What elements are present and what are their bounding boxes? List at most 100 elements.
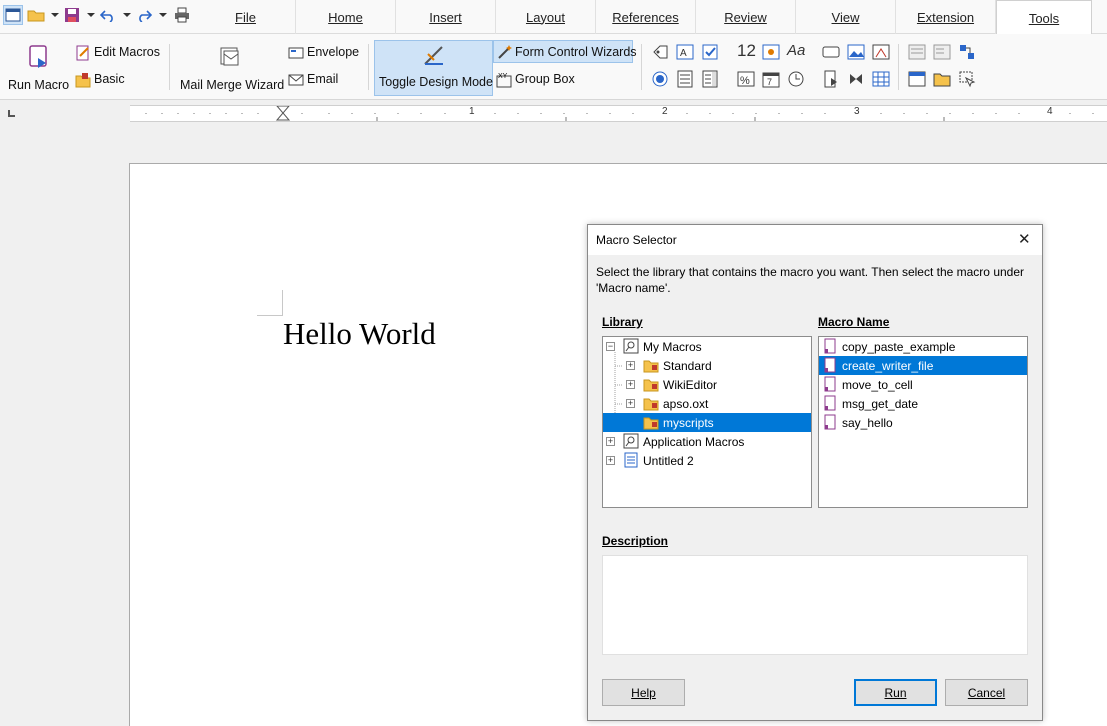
help-button[interactable]: Help [602, 679, 685, 706]
toggle-design-mode-button[interactable]: Toggle Design Mode [374, 40, 493, 96]
list-item[interactable]: copy_paste_example [819, 337, 1027, 356]
control-properties-icon[interactable] [908, 43, 926, 61]
tab-tools[interactable]: Tools [996, 0, 1092, 35]
navigation-bar-icon[interactable] [822, 70, 840, 88]
print-icon[interactable] [172, 5, 192, 25]
horizontal-ruler[interactable]: 1 2 3 4 [130, 105, 1107, 122]
text-box-icon[interactable]: A [676, 43, 694, 61]
mail-merge-label: Mail Merge Wizard [180, 78, 285, 92]
list-item[interactable]: move_to_cell [819, 375, 1027, 394]
date-field-icon[interactable]: 7 [762, 70, 780, 88]
push-button-icon[interactable] [822, 43, 840, 61]
macro-name: create_writer_file [842, 358, 934, 373]
tab-home[interactable]: Home [296, 0, 396, 34]
tree-item-myscripts[interactable]: myscripts [603, 413, 811, 432]
tab-stop-selector[interactable] [8, 110, 15, 117]
tab-file[interactable]: File [196, 0, 296, 34]
save-icon[interactable] [62, 5, 82, 25]
open-folder-icon[interactable] [26, 5, 46, 25]
tree-item-label: Standard [663, 358, 712, 373]
document-icon [624, 452, 638, 468]
form-wizards-label: Form Control Wizards [515, 45, 637, 59]
expand-icon[interactable]: + [606, 437, 615, 446]
macro-script-icon [824, 357, 836, 373]
tab-layout[interactable]: Layout [496, 0, 596, 34]
tree-item-untitled-2[interactable]: + Untitled 2 [603, 451, 811, 470]
expand-icon[interactable]: + [626, 399, 635, 408]
redo-dropdown-icon[interactable] [159, 13, 167, 17]
dialog-title: Macro Selector [596, 233, 677, 247]
tree-item-label: Untitled 2 [643, 453, 694, 468]
library-tree[interactable]: − My Macros + Standard + WikiEditor + ap… [602, 336, 812, 508]
edit-macros-label: Edit Macros [94, 45, 160, 59]
envelope-button[interactable]: Envelope [287, 43, 367, 63]
image-control-icon[interactable] [847, 43, 865, 61]
tree-item-wikieditor[interactable]: + WikiEditor [603, 375, 811, 394]
numeric-field-icon[interactable]: 12 [737, 41, 756, 61]
basic-button[interactable]: Basic [74, 70, 134, 90]
time-field-icon[interactable] [787, 70, 805, 88]
image-button-icon[interactable] [762, 43, 780, 61]
group-box-button[interactable]: XY Group Box [495, 70, 585, 90]
menu-tab-bar: File Home Insert Layout References Revie… [0, 0, 1107, 35]
cancel-button[interactable]: Cancel [945, 679, 1028, 706]
expand-icon[interactable]: + [606, 456, 615, 465]
ruler-ticks [145, 106, 1094, 121]
basic-icon [75, 73, 91, 88]
email-button[interactable]: Email [287, 70, 357, 90]
document-text[interactable]: Hello World [283, 316, 436, 352]
tree-item-application-macros[interactable]: + Application Macros [603, 432, 811, 451]
tree-item-my-macros[interactable]: − My Macros [603, 337, 811, 356]
group-box-icon: XY [496, 73, 512, 88]
run-macro-button[interactable]: Run Macro [4, 38, 70, 96]
tab-insert[interactable]: Insert [396, 0, 496, 34]
automatic-control-focus-icon[interactable] [958, 70, 976, 88]
expand-icon[interactable]: + [626, 380, 635, 389]
save-dropdown-icon[interactable] [87, 13, 95, 17]
open-design-mode-icon[interactable] [933, 70, 951, 88]
label-field-icon[interactable] [651, 43, 669, 61]
tree-item-apso[interactable]: + apso.oxt [603, 394, 811, 413]
add-field-icon[interactable] [908, 70, 926, 88]
tab-review[interactable]: Review [696, 0, 796, 34]
tree-item-standard[interactable]: + Standard [603, 356, 811, 375]
tab-references[interactable]: References [596, 0, 696, 34]
expand-icon[interactable]: + [626, 361, 635, 370]
description-box [602, 555, 1028, 655]
svg-text:XY: XY [498, 73, 508, 80]
undo-icon[interactable] [98, 5, 118, 25]
pattern-field-icon[interactable]: % [737, 70, 755, 88]
basic-label: Basic [94, 72, 125, 86]
undo-dropdown-icon[interactable] [123, 13, 131, 17]
file-selection-icon[interactable] [872, 43, 890, 61]
tab-layout-label: Layout [525, 9, 566, 25]
run-macro-icon [29, 45, 47, 68]
macro-name-list[interactable]: copy_paste_example create_writer_file mo… [818, 336, 1028, 508]
sidebar-toggle-icon[interactable] [3, 5, 23, 25]
list-item-selected[interactable]: create_writer_file [819, 356, 1027, 375]
run-button[interactable]: Run [854, 679, 937, 706]
form-properties-icon[interactable] [933, 43, 951, 61]
mail-merge-wizard-button[interactable]: Mail Merge Wizard [176, 38, 285, 96]
table-control-icon[interactable] [872, 70, 890, 88]
tab-extension[interactable]: Extension [896, 0, 996, 34]
edit-macros-button[interactable]: Edit Macros [74, 43, 164, 63]
list-item[interactable]: msg_get_date [819, 394, 1027, 413]
activation-order-icon[interactable] [958, 43, 976, 61]
macro-name: say_hello [842, 415, 893, 430]
combo-box-icon[interactable] [701, 70, 719, 88]
open-dropdown-icon[interactable] [51, 13, 59, 17]
tree-item-label: myscripts [663, 415, 714, 430]
collapse-icon[interactable]: − [606, 342, 615, 351]
tab-view[interactable]: View [796, 0, 896, 34]
check-box-icon[interactable] [701, 43, 719, 61]
close-icon[interactable]: ✕ [1018, 230, 1031, 248]
spin-button-icon[interactable] [847, 70, 865, 88]
list-box-icon[interactable] [676, 70, 694, 88]
indent-marker-icon[interactable] [275, 106, 291, 121]
form-control-wizards-button[interactable]: Form Control Wizards [493, 40, 637, 63]
option-button-icon[interactable] [651, 70, 669, 88]
redo-icon[interactable] [134, 5, 154, 25]
formatted-field-icon[interactable]: Aa [787, 42, 805, 59]
list-item[interactable]: say_hello [819, 413, 1027, 432]
